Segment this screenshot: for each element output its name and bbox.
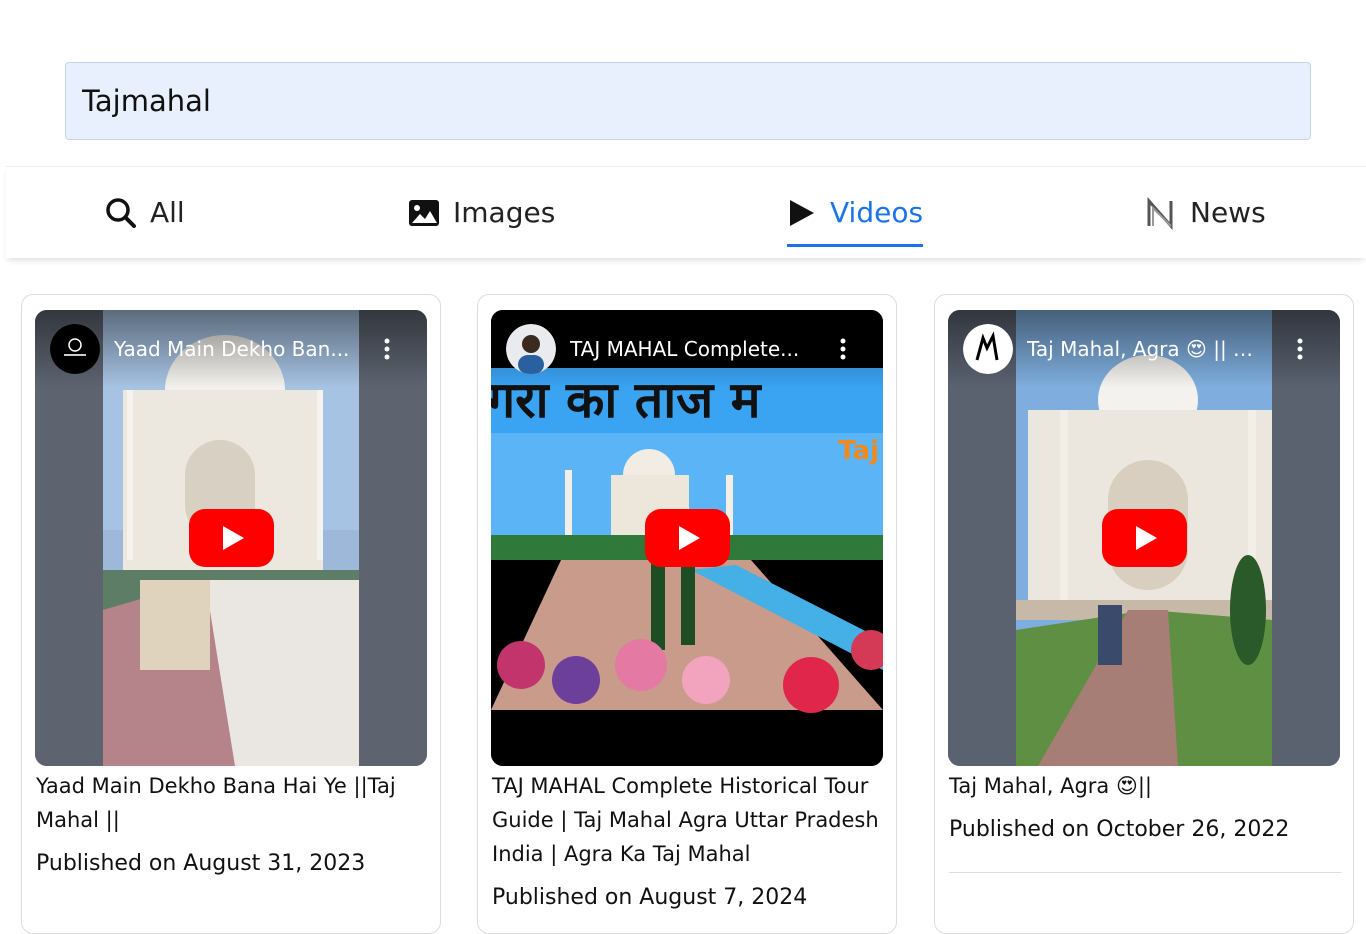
video-overlay-title[interactable]: TAJ MAHAL Complete... xyxy=(570,337,809,361)
channel-avatar[interactable] xyxy=(963,324,1013,374)
more-options-icon[interactable] xyxy=(831,337,855,361)
banner-tag: Taj xyxy=(838,436,879,466)
video-title[interactable]: Yaad Main Dekho Bana Hai Ye ||Taj Mahal … xyxy=(36,769,430,837)
tab-videos-label: Videos xyxy=(830,196,924,229)
search-icon xyxy=(104,196,138,230)
tab-all[interactable]: All xyxy=(104,167,185,258)
video-thumbnail[interactable]: Taj Mahal, Agra 😍 || #... xyxy=(948,310,1340,766)
play-icon xyxy=(784,196,818,230)
channel-avatar[interactable] xyxy=(506,324,556,374)
video-overlay-title[interactable]: Yaad Main Dekho Ban... xyxy=(114,337,353,361)
tab-bar: All Images Videos News xyxy=(6,166,1366,258)
published-date: Published on August 31, 2023 xyxy=(36,851,366,876)
youtube-play-button-icon[interactable] xyxy=(645,509,730,567)
tab-news[interactable]: News xyxy=(1144,167,1266,258)
video-title[interactable]: TAJ MAHAL Complete Historical Tour Guide… xyxy=(492,769,886,871)
search-bar xyxy=(65,62,1311,140)
divider xyxy=(949,872,1341,873)
video-card: Yaad Main Dekho Ban... Yaad Main Dekho B… xyxy=(21,294,441,934)
published-date: Published on October 26, 2022 xyxy=(949,817,1290,842)
more-options-icon[interactable] xyxy=(375,337,399,361)
video-header: TAJ MAHAL Complete... xyxy=(491,310,883,388)
video-title[interactable]: Taj Mahal, Agra 😍|| xyxy=(949,769,1343,803)
image-icon xyxy=(407,196,441,230)
youtube-play-button-icon[interactable] xyxy=(189,509,274,567)
video-header: Yaad Main Dekho Ban... xyxy=(35,310,427,388)
tab-all-label: All xyxy=(150,196,185,229)
youtube-play-button-icon[interactable] xyxy=(1102,509,1187,567)
tab-images-label: Images xyxy=(453,196,556,229)
tab-images[interactable]: Images xyxy=(407,167,555,258)
video-header: Taj Mahal, Agra 😍 || #... xyxy=(948,310,1340,388)
published-date: Published on August 7, 2024 xyxy=(492,885,808,910)
tab-news-label: News xyxy=(1190,196,1266,229)
news-icon xyxy=(1144,196,1178,230)
video-overlay-title[interactable]: Taj Mahal, Agra 😍 || #... xyxy=(1027,337,1266,361)
active-tab-indicator xyxy=(787,244,924,247)
search-input[interactable] xyxy=(65,62,1311,140)
video-thumbnail[interactable]: गरा का ताज म Taj TAJ MAHAL Complete... xyxy=(491,310,883,766)
more-options-icon[interactable] xyxy=(1288,337,1312,361)
video-card: Taj Mahal, Agra 😍 || #... Taj Mahal, Agr… xyxy=(934,294,1354,934)
video-card: गरा का ताज म Taj TAJ MAHAL Complete... T… xyxy=(477,294,897,934)
channel-avatar[interactable] xyxy=(50,324,100,374)
video-thumbnail[interactable]: Yaad Main Dekho Ban... xyxy=(35,310,427,766)
tab-videos[interactable]: Videos xyxy=(784,167,924,258)
